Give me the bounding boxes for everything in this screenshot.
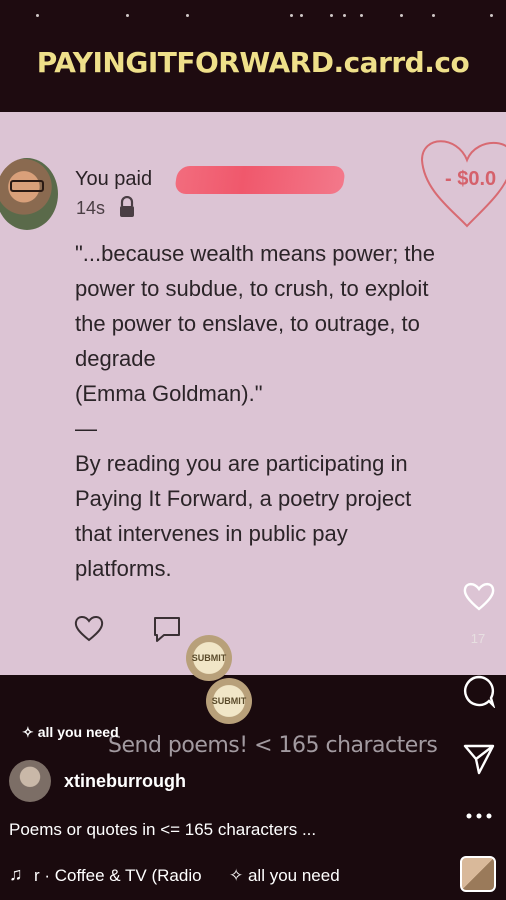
payment-amount: - $0.0 — [445, 168, 497, 190]
sound-tag[interactable]: ✧ all you need — [22, 724, 119, 741]
like-icon[interactable] — [462, 580, 496, 612]
progress-dots — [0, 10, 506, 20]
share-icon[interactable] — [462, 742, 496, 776]
submit-sticker[interactable]: SUBMIT — [186, 635, 232, 681]
lock-icon — [120, 196, 134, 217]
audio-thumbnail[interactable] — [460, 856, 496, 892]
timestamp: 14s — [76, 198, 106, 218]
sparkle-icon: ✧ — [22, 724, 34, 740]
song-title[interactable]: r · Coffee & TV (Radio — [34, 866, 206, 886]
payment-card: You paid - $0.0 14s "...because wealth m… — [0, 112, 506, 675]
sparkle-icon: ✧ — [229, 866, 248, 885]
post-quote: "...because wealth means power; the powe… — [75, 241, 436, 581]
redaction-scribble — [174, 166, 346, 194]
submit-sticker[interactable]: SUBMIT — [206, 678, 252, 724]
music-row[interactable]: ♫ r · Coffee & TV (Radio ✧ all you need — [0, 862, 506, 892]
user-avatar[interactable] — [9, 760, 51, 802]
more-icon[interactable] — [462, 810, 496, 822]
heart-icon[interactable] — [74, 614, 104, 642]
payer-avatar — [0, 158, 58, 230]
music-icon: ♫ — [9, 864, 23, 884]
reel-caption[interactable]: Poems or quotes in <= 165 characters ... — [9, 820, 316, 840]
sticker-caption: Send poems! < 165 characters — [108, 733, 438, 758]
top-banner: PAYINGITFORWARD.carrd.co — [0, 0, 506, 112]
brand-title: PAYINGITFORWARD.carrd.co — [36, 46, 470, 79]
like-count: 17 — [470, 631, 486, 646]
comment-icon[interactable] — [462, 674, 496, 708]
username[interactable]: xtineburrough — [64, 771, 186, 792]
paid-label: You paid — [75, 168, 153, 190]
song-tag[interactable]: ✧ all you need — [229, 866, 340, 886]
comment-icon[interactable] — [152, 614, 182, 644]
